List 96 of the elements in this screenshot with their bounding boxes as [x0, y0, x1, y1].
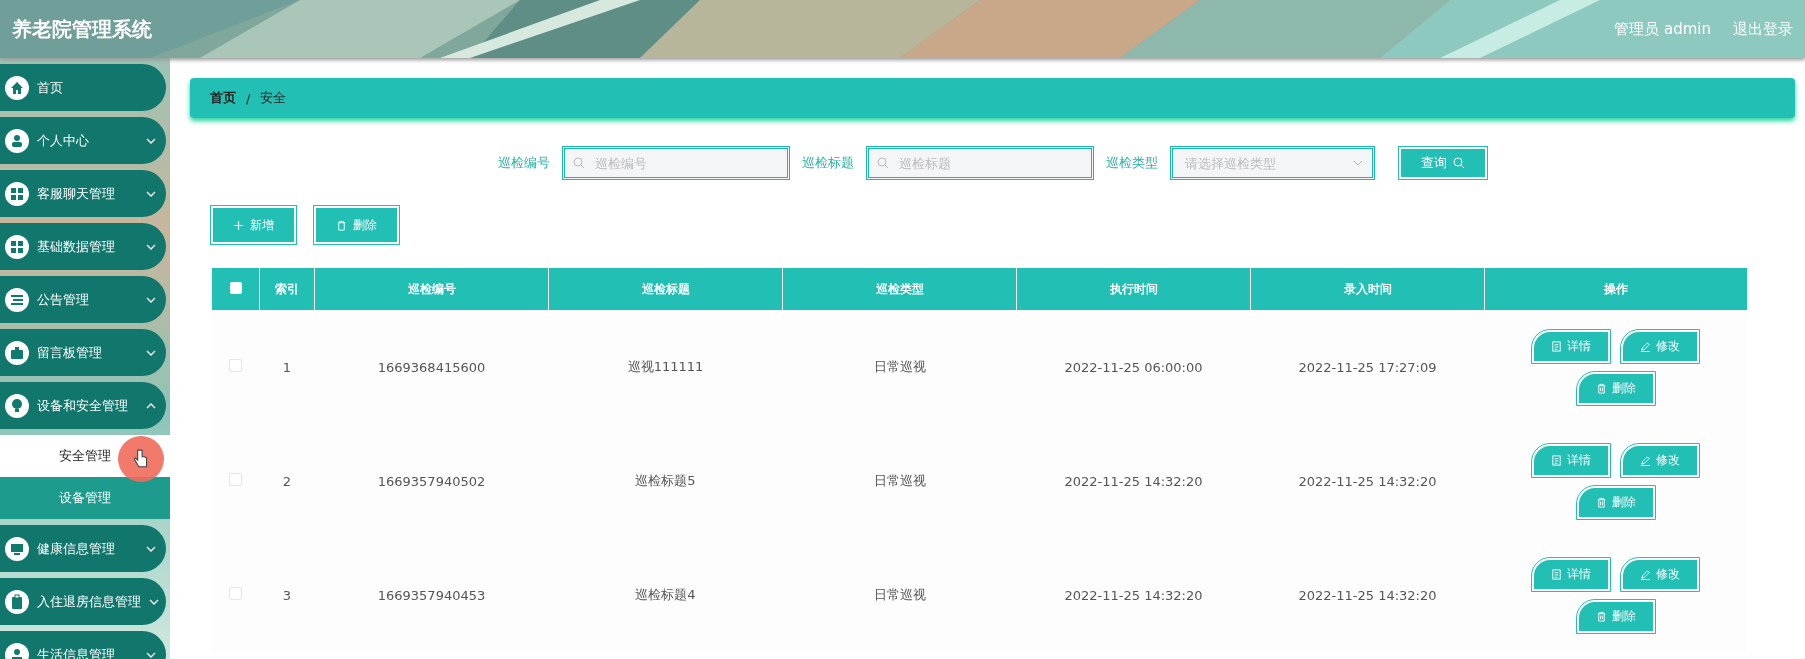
submenu-item[interactable]: 设备管理: [0, 477, 170, 519]
briefcase-icon: [5, 340, 29, 365]
field-label: 巡检类型: [1106, 154, 1158, 172]
table-cell: 巡视111111: [627, 359, 704, 374]
search-icon: [877, 157, 889, 169]
table-cell: 3: [282, 587, 292, 603]
user-label: 管理员 admin: [1614, 19, 1711, 39]
chevron-icon: [1353, 160, 1363, 166]
chevron-icon: [146, 137, 156, 144]
column-header: 录入时间: [1250, 268, 1485, 310]
monitor-icon: [5, 536, 29, 561]
sidebar-item[interactable]: 公告管理: [0, 276, 166, 323]
checkbox[interactable]: [229, 587, 242, 600]
delete-button[interactable]: 删除: [314, 206, 399, 244]
sidebar-item[interactable]: 首页: [0, 64, 166, 111]
home-icon: [5, 75, 29, 100]
trash-icon: [1595, 496, 1607, 508]
chevron-icon: [146, 243, 156, 250]
table-cell: 2022-11-25 14:32:20: [1298, 473, 1437, 489]
sidebar-item[interactable]: 留言板管理: [0, 329, 166, 376]
column-header: 操作: [1484, 268, 1747, 310]
table-cell: 2022-11-25 14:32:20: [1298, 587, 1437, 603]
column-header: 巡检标题: [548, 268, 783, 310]
pencil-icon: [1640, 340, 1652, 352]
document-icon: [1551, 454, 1563, 466]
add-button[interactable]: 新增: [211, 206, 296, 244]
chevron-icon: [146, 402, 156, 409]
user-icon: [5, 128, 29, 153]
chevron-icon: [146, 651, 156, 658]
sidebar-item[interactable]: 健康信息管理: [0, 525, 166, 572]
grid-icon: [5, 181, 29, 206]
column-header: 执行时间: [1016, 268, 1251, 310]
sidebar-item[interactable]: 入住退房信息管理: [0, 578, 166, 625]
table-cell: 巡检标题5: [635, 473, 696, 488]
table-cell: 日常巡视: [873, 473, 926, 488]
sidebar-item[interactable]: 客服聊天管理: [0, 170, 166, 217]
table-cell: 2022-11-25 06:00:00: [1064, 359, 1203, 375]
trash-icon: [336, 219, 347, 231]
hand-cursor-icon: [133, 449, 149, 469]
edit-button[interactable]: 修改: [1621, 443, 1700, 477]
table-cell: 1669368415600: [377, 359, 486, 375]
column-header: 巡检编号: [314, 268, 549, 310]
document-icon: [1551, 340, 1563, 352]
sidebar-item[interactable]: 基础数据管理: [0, 223, 166, 270]
sidebar-item[interactable]: 个人中心: [0, 117, 166, 164]
document-icon: [1551, 568, 1563, 580]
plus-icon: [233, 219, 244, 231]
delete-button[interactable]: 删除: [1576, 485, 1655, 519]
breadcrumb-item[interactable]: 首页: [210, 89, 236, 107]
search-field[interactable]: 巡检编号: [562, 146, 790, 180]
field-label: 巡检编号: [498, 154, 550, 172]
table-cell: 2022-11-25 14:32:20: [1064, 587, 1203, 603]
table-cell: 1: [282, 359, 292, 375]
table-cell: 日常巡视: [873, 359, 926, 374]
details-button[interactable]: 详情: [1532, 557, 1611, 591]
details-button[interactable]: 详情: [1532, 329, 1611, 363]
delete-button[interactable]: 删除: [1576, 599, 1655, 633]
stamp-icon: [5, 642, 29, 659]
chevron-icon: [146, 545, 156, 552]
table-cell: 2: [282, 473, 292, 489]
breadcrumb-separator: /: [246, 90, 251, 106]
chevron-icon: [149, 598, 159, 605]
checkbox[interactable]: [229, 473, 242, 486]
trash-icon: [1595, 610, 1607, 622]
chevron-icon: [146, 296, 156, 303]
logout-link[interactable]: 退出登录: [1733, 19, 1793, 39]
table-cell: 1669357940502: [377, 473, 486, 489]
edit-button[interactable]: 修改: [1621, 329, 1700, 363]
lightbulb-icon: [5, 393, 29, 418]
chevron-icon: [146, 349, 156, 356]
pencil-icon: [1640, 568, 1652, 580]
search-icon: [1453, 157, 1465, 169]
column-header: 索引: [259, 268, 315, 310]
clipboard-icon: [5, 589, 29, 614]
delete-button[interactable]: 删除: [1576, 371, 1655, 405]
table-cell: 日常巡视: [873, 587, 926, 602]
table-cell: 1669357940453: [377, 587, 486, 603]
table-cell: 2022-11-25 14:32:20: [1064, 473, 1203, 489]
edit-button[interactable]: 修改: [1621, 557, 1700, 591]
details-button[interactable]: 详情: [1532, 443, 1611, 477]
table-cell: 巡检标题4: [635, 587, 696, 602]
list-icon: [5, 287, 29, 312]
table-cell: 2022-11-25 17:27:09: [1298, 359, 1437, 375]
search-icon: [573, 157, 585, 169]
pencil-icon: [1640, 454, 1652, 466]
app-title: 养老院管理系统: [12, 15, 152, 43]
breadcrumb-item: 安全: [260, 89, 287, 107]
chevron-icon: [146, 190, 156, 197]
checkbox[interactable]: [229, 281, 242, 294]
field-label: 巡检标题: [802, 154, 854, 172]
column-header: 巡检类型: [782, 268, 1017, 310]
sidebar-item[interactable]: 设备和安全管理: [0, 382, 166, 429]
trash-icon: [1595, 382, 1607, 394]
checkbox[interactable]: [229, 359, 242, 372]
query-button[interactable]: 查询: [1399, 147, 1487, 179]
grid-icon: [5, 234, 29, 259]
